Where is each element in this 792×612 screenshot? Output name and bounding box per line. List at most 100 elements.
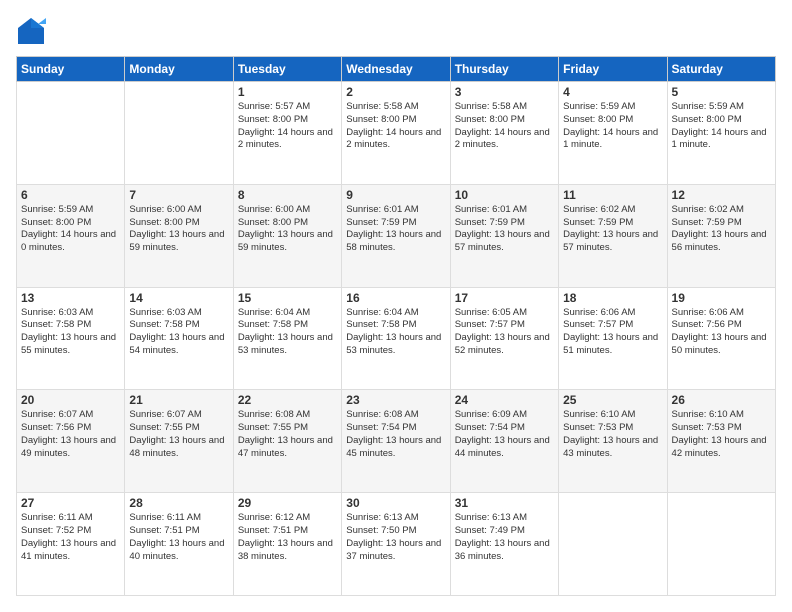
- calendar-week-row: 6 Sunrise: 5:59 AM Sunset: 8:00 PM Daylig…: [17, 184, 776, 287]
- day-number: 22: [238, 393, 337, 407]
- calendar-cell: 20 Sunrise: 6:07 AM Sunset: 7:56 PM Dayli…: [17, 390, 125, 493]
- day-number: 6: [21, 188, 120, 202]
- logo-icon: [16, 16, 46, 46]
- calendar-table: SundayMondayTuesdayWednesdayThursdayFrid…: [16, 56, 776, 596]
- calendar-cell: 8 Sunrise: 6:00 AM Sunset: 8:00 PM Daylig…: [233, 184, 341, 287]
- calendar-cell: 11 Sunrise: 6:02 AM Sunset: 7:59 PM Dayli…: [559, 184, 667, 287]
- calendar-cell: 9 Sunrise: 6:01 AM Sunset: 7:59 PM Daylig…: [342, 184, 450, 287]
- day-number: 4: [563, 85, 662, 99]
- cell-info: Sunrise: 6:07 AM Sunset: 7:55 PM Dayligh…: [129, 409, 228, 460]
- calendar-cell: 12 Sunrise: 6:02 AM Sunset: 7:59 PM Dayli…: [667, 184, 775, 287]
- weekday-header: Saturday: [667, 57, 775, 82]
- cell-info: Sunrise: 6:11 AM Sunset: 7:51 PM Dayligh…: [129, 512, 228, 563]
- day-number: 7: [129, 188, 228, 202]
- calendar-cell: 5 Sunrise: 5:59 AM Sunset: 8:00 PM Daylig…: [667, 82, 775, 185]
- calendar-cell: 21 Sunrise: 6:07 AM Sunset: 7:55 PM Dayli…: [125, 390, 233, 493]
- calendar-cell: 7 Sunrise: 6:00 AM Sunset: 8:00 PM Daylig…: [125, 184, 233, 287]
- calendar-cell: [667, 493, 775, 596]
- cell-info: Sunrise: 6:02 AM Sunset: 7:59 PM Dayligh…: [563, 204, 662, 255]
- calendar-cell: 22 Sunrise: 6:08 AM Sunset: 7:55 PM Dayli…: [233, 390, 341, 493]
- cell-info: Sunrise: 5:58 AM Sunset: 8:00 PM Dayligh…: [346, 101, 445, 152]
- calendar-cell: 2 Sunrise: 5:58 AM Sunset: 8:00 PM Daylig…: [342, 82, 450, 185]
- cell-info: Sunrise: 6:07 AM Sunset: 7:56 PM Dayligh…: [21, 409, 120, 460]
- calendar-cell: 27 Sunrise: 6:11 AM Sunset: 7:52 PM Dayli…: [17, 493, 125, 596]
- cell-info: Sunrise: 6:12 AM Sunset: 7:51 PM Dayligh…: [238, 512, 337, 563]
- calendar-cell: 29 Sunrise: 6:12 AM Sunset: 7:51 PM Dayli…: [233, 493, 341, 596]
- calendar-cell: 18Sunrise: 6:06 AM Sunset: 7:57 PM Dayli…: [559, 287, 667, 390]
- weekday-header: Sunday: [17, 57, 125, 82]
- day-number: 11: [563, 188, 662, 202]
- page: SundayMondayTuesdayWednesdayThursdayFrid…: [0, 0, 792, 612]
- cell-info: Sunrise: 6:04 AM Sunset: 7:58 PM Dayligh…: [346, 307, 445, 358]
- day-number: 9: [346, 188, 445, 202]
- day-number: 10: [455, 188, 554, 202]
- cell-info: Sunrise: 6:13 AM Sunset: 7:49 PM Dayligh…: [455, 512, 554, 563]
- weekday-header: Monday: [125, 57, 233, 82]
- cell-info: Sunrise: 6:04 AM Sunset: 7:58 PM Dayligh…: [238, 307, 337, 358]
- cell-info: Sunrise: 6:00 AM Sunset: 8:00 PM Dayligh…: [238, 204, 337, 255]
- cell-info: Sunrise: 6:01 AM Sunset: 7:59 PM Dayligh…: [455, 204, 554, 255]
- calendar-cell: 24 Sunrise: 6:09 AM Sunset: 7:54 PM Dayli…: [450, 390, 558, 493]
- cell-info: Sunrise: 5:59 AM Sunset: 8:00 PM Dayligh…: [563, 101, 662, 152]
- calendar-cell: 31 Sunrise: 6:13 AM Sunset: 7:49 PM Dayli…: [450, 493, 558, 596]
- calendar-week-row: 1Sunrise: 5:57 AM Sunset: 8:00 PM Daylig…: [17, 82, 776, 185]
- header: [16, 16, 776, 46]
- day-number: 27: [21, 496, 120, 510]
- day-number: 29: [238, 496, 337, 510]
- calendar-cell: 1Sunrise: 5:57 AM Sunset: 8:00 PM Daylig…: [233, 82, 341, 185]
- day-number: 30: [346, 496, 445, 510]
- cell-info: Sunrise: 6:00 AM Sunset: 8:00 PM Dayligh…: [129, 204, 228, 255]
- calendar-cell: 4 Sunrise: 5:59 AM Sunset: 8:00 PM Daylig…: [559, 82, 667, 185]
- cell-info: Sunrise: 6:06 AM Sunset: 7:56 PM Dayligh…: [672, 307, 771, 358]
- cell-info: Sunrise: 6:01 AM Sunset: 7:59 PM Dayligh…: [346, 204, 445, 255]
- weekday-header: Friday: [559, 57, 667, 82]
- day-number: 19: [672, 291, 771, 305]
- day-number: 26: [672, 393, 771, 407]
- cell-info: Sunrise: 5:59 AM Sunset: 8:00 PM Dayligh…: [21, 204, 120, 255]
- weekday-header: Thursday: [450, 57, 558, 82]
- cell-info: Sunrise: 5:57 AM Sunset: 8:00 PM Dayligh…: [238, 101, 337, 152]
- cell-info: Sunrise: 6:03 AM Sunset: 7:58 PM Dayligh…: [129, 307, 228, 358]
- calendar-week-row: 13Sunrise: 6:03 AM Sunset: 7:58 PM Dayli…: [17, 287, 776, 390]
- cell-info: Sunrise: 6:02 AM Sunset: 7:59 PM Dayligh…: [672, 204, 771, 255]
- day-number: 15: [238, 291, 337, 305]
- cell-info: Sunrise: 6:10 AM Sunset: 7:53 PM Dayligh…: [563, 409, 662, 460]
- cell-info: Sunrise: 6:10 AM Sunset: 7:53 PM Dayligh…: [672, 409, 771, 460]
- calendar-cell: 19 Sunrise: 6:06 AM Sunset: 7:56 PM Dayli…: [667, 287, 775, 390]
- day-number: 21: [129, 393, 228, 407]
- cell-info: Sunrise: 6:09 AM Sunset: 7:54 PM Dayligh…: [455, 409, 554, 460]
- calendar-cell: [125, 82, 233, 185]
- calendar-cell: 26 Sunrise: 6:10 AM Sunset: 7:53 PM Dayli…: [667, 390, 775, 493]
- day-number: 12: [672, 188, 771, 202]
- calendar-cell: 25 Sunrise: 6:10 AM Sunset: 7:53 PM Dayli…: [559, 390, 667, 493]
- logo: [16, 16, 50, 46]
- calendar-week-row: 20 Sunrise: 6:07 AM Sunset: 7:56 PM Dayli…: [17, 390, 776, 493]
- cell-info: Sunrise: 5:58 AM Sunset: 8:00 PM Dayligh…: [455, 101, 554, 152]
- cell-info: Sunrise: 5:59 AM Sunset: 8:00 PM Dayligh…: [672, 101, 771, 152]
- day-number: 31: [455, 496, 554, 510]
- calendar-cell: 13Sunrise: 6:03 AM Sunset: 7:58 PM Dayli…: [17, 287, 125, 390]
- cell-info: Sunrise: 6:13 AM Sunset: 7:50 PM Dayligh…: [346, 512, 445, 563]
- cell-info: Sunrise: 6:08 AM Sunset: 7:54 PM Dayligh…: [346, 409, 445, 460]
- day-number: 28: [129, 496, 228, 510]
- calendar-cell: [559, 493, 667, 596]
- cell-info: Sunrise: 6:11 AM Sunset: 7:52 PM Dayligh…: [21, 512, 120, 563]
- calendar-cell: 30 Sunrise: 6:13 AM Sunset: 7:50 PM Dayli…: [342, 493, 450, 596]
- day-number: 5: [672, 85, 771, 99]
- day-number: 2: [346, 85, 445, 99]
- day-number: 14: [129, 291, 228, 305]
- calendar-cell: 3Sunrise: 5:58 AM Sunset: 8:00 PM Daylig…: [450, 82, 558, 185]
- day-number: 17: [455, 291, 554, 305]
- calendar-cell: 23Sunrise: 6:08 AM Sunset: 7:54 PM Dayli…: [342, 390, 450, 493]
- calendar-week-row: 27 Sunrise: 6:11 AM Sunset: 7:52 PM Dayli…: [17, 493, 776, 596]
- cell-info: Sunrise: 6:03 AM Sunset: 7:58 PM Dayligh…: [21, 307, 120, 358]
- day-number: 24: [455, 393, 554, 407]
- cell-info: Sunrise: 6:08 AM Sunset: 7:55 PM Dayligh…: [238, 409, 337, 460]
- calendar-header-row: SundayMondayTuesdayWednesdayThursdayFrid…: [17, 57, 776, 82]
- day-number: 25: [563, 393, 662, 407]
- day-number: 16: [346, 291, 445, 305]
- calendar-cell: 14 Sunrise: 6:03 AM Sunset: 7:58 PM Dayli…: [125, 287, 233, 390]
- weekday-header: Wednesday: [342, 57, 450, 82]
- day-number: 8: [238, 188, 337, 202]
- day-number: 20: [21, 393, 120, 407]
